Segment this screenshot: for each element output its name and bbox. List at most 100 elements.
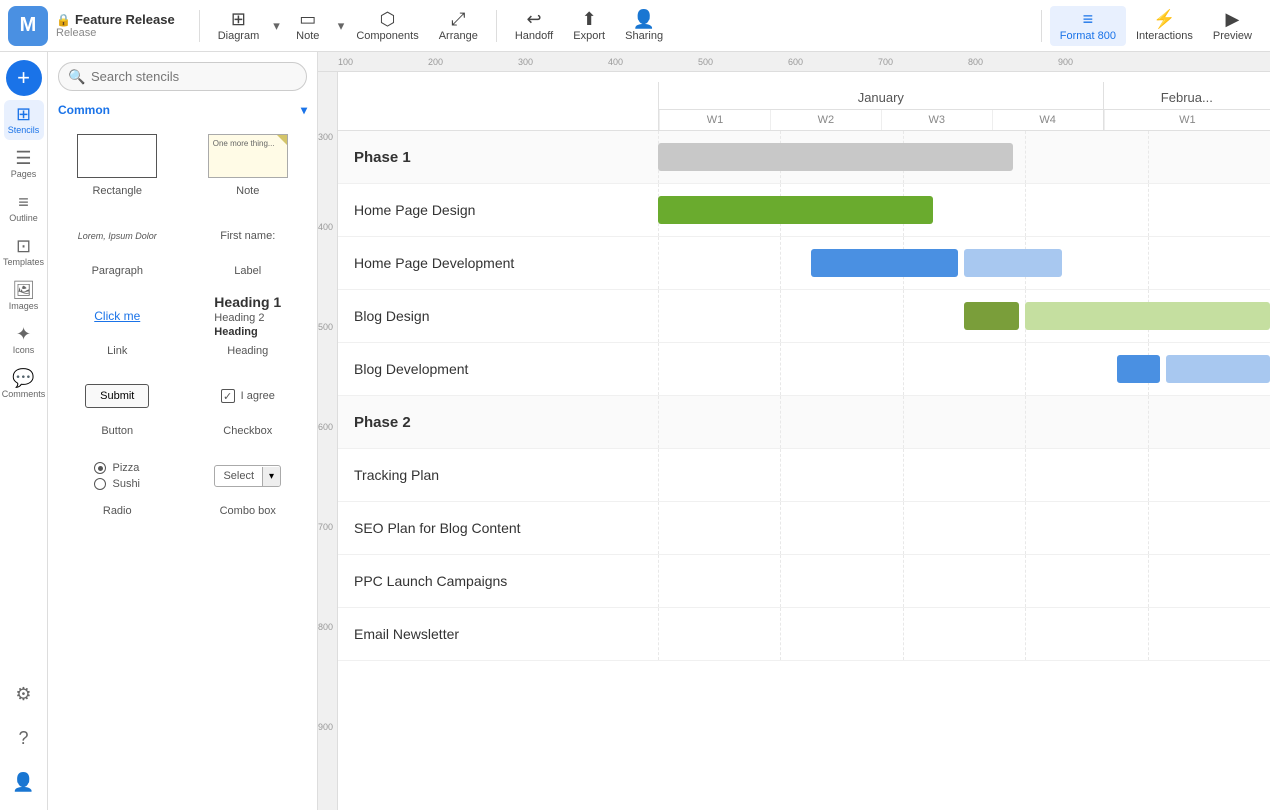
hpdev-grid (658, 237, 1270, 289)
paragraph-label: Paragraph (92, 265, 143, 277)
ruler-tick-v-800: 800 (318, 622, 333, 632)
seo-label: SEO Plan for Blog Content (338, 520, 658, 536)
radio-preview: Pizza Sushi (56, 451, 179, 501)
sidebar-item-pages[interactable]: ☰ Pages (4, 144, 44, 184)
ruler-tick-700: 700 (878, 57, 893, 67)
rect-shape (77, 134, 157, 178)
sidebar-item-outline[interactable]: ≡ Outline (4, 188, 44, 228)
stencil-combobox[interactable]: Select ▾ Combo box (183, 443, 314, 523)
paragraph-preview: Lorem, Ipsum Dolor (56, 211, 179, 261)
sidebar-images-label: Images (9, 301, 39, 311)
ppc-chart (658, 555, 1270, 607)
handoff-icon: ↩ (526, 10, 541, 28)
preview-icon: ▶ (1226, 10, 1240, 28)
jan-w1: W1 (659, 110, 770, 130)
ruler-tick-v-300: 300 (318, 132, 333, 142)
sharing-button[interactable]: 👤 Sharing (615, 6, 673, 46)
hpd-grid (658, 184, 1270, 236)
gantt-row-hpdev: Home Page Development (338, 237, 1270, 290)
stencils-grid: Rectangle One more thing... Note Lorem, … (48, 123, 317, 531)
sidebar-item-comments[interactable]: 💬 Comments (4, 364, 44, 404)
note-caret[interactable]: ▾ (336, 14, 347, 38)
stencil-radio[interactable]: Pizza Sushi Radio (52, 443, 183, 523)
february-label: Februa... (1104, 82, 1270, 110)
sidebar-icons-label: Icons (13, 345, 35, 355)
sidebar-item-settings[interactable]: ⚙ (4, 674, 44, 714)
export-button[interactable]: ⬆ Export (563, 6, 615, 46)
icons-icon: ✦ (16, 325, 31, 343)
combobox-preview: Select ▾ (187, 451, 310, 501)
hpdev-label: Home Page Development (338, 255, 658, 271)
diagram-icon: ⊞ (231, 10, 246, 28)
para-shape: Lorem, Ipsum Dolor (78, 230, 157, 243)
tracking-chart (658, 449, 1270, 501)
stencil-note[interactable]: One more thing... Note (183, 123, 314, 203)
phase1-label: Phase 1 (338, 149, 658, 166)
stencil-label[interactable]: First name: Label (183, 203, 314, 283)
stencil-rectangle[interactable]: Rectangle (52, 123, 183, 203)
note-shape: One more thing... (208, 134, 288, 178)
sidebar-item-templates[interactable]: ⊡ Templates (4, 232, 44, 272)
gantt-row-phase1: Phase 1 (338, 131, 1270, 184)
phase1-chart (658, 131, 1270, 183)
toolbar-right: ≡ Format 800 ⚡ Interactions ▶ Preview (1033, 6, 1262, 46)
sidebar-item-icons[interactable]: ✦ Icons (4, 320, 44, 360)
format-icon: ≡ (1083, 10, 1094, 28)
ppc-grid (658, 555, 1270, 607)
february-weeks: W1 (1104, 110, 1270, 130)
month-february: Februa... W1 (1103, 82, 1270, 130)
interactions-icon: ⚡ (1153, 10, 1175, 28)
sidebar-outline-label: Outline (9, 213, 38, 223)
hpdev-chart (658, 237, 1270, 289)
checkbox-box: ✓ (221, 389, 235, 403)
components-icon: ⬡ (380, 10, 396, 28)
month-january: January W1 W2 W3 W4 (658, 82, 1103, 130)
handoff-button[interactable]: ↩ Handoff (505, 6, 563, 46)
jan-w2: W2 (770, 110, 881, 130)
ruler-tick-v-500: 500 (318, 322, 333, 332)
stencil-button[interactable]: Submit Button (52, 363, 183, 443)
button-label: Button (101, 425, 133, 437)
sidebar-item-help[interactable]: ? (4, 718, 44, 758)
phase2-label: Phase 2 (338, 414, 658, 431)
help-icon: ? (18, 729, 28, 747)
stencil-heading[interactable]: Heading 1 Heading 2 Heading Heading (183, 283, 314, 363)
sidebar-item-stencils[interactable]: ⊞ Stencils (4, 100, 44, 140)
button-preview: Submit (56, 371, 179, 421)
ppc-label: PPC Launch Campaigns (338, 573, 658, 589)
add-button[interactable]: + (6, 60, 42, 96)
gantt-row-phase2: Phase 2 (338, 396, 1270, 449)
label-label: Label (234, 265, 261, 277)
preview-button[interactable]: ▶ Preview (1203, 6, 1262, 46)
app-logo[interactable]: M (8, 6, 48, 46)
format-button[interactable]: ≡ Format 800 (1050, 6, 1126, 46)
radio-item-2: Sushi (94, 478, 140, 490)
gantt-row-blogdev: Blog Development (338, 343, 1270, 396)
interactions-button[interactable]: ⚡ Interactions (1126, 6, 1203, 46)
sidebar-pages-label: Pages (11, 169, 37, 179)
outline-icon: ≡ (18, 193, 29, 211)
search-input[interactable] (58, 62, 307, 91)
seo-grid (658, 502, 1270, 554)
radio-item-1: Pizza (94, 462, 139, 474)
sidebar-item-avatar[interactable]: 👤 (4, 762, 44, 802)
sidebar-item-images[interactable]: 🖼 Images (4, 276, 44, 316)
stencil-paragraph[interactable]: Lorem, Ipsum Dolor Paragraph (52, 203, 183, 283)
stencils-category[interactable]: Common ▾ (48, 97, 317, 123)
search-container: 🔍 (48, 52, 317, 97)
ruler-tick-500: 500 (698, 57, 713, 67)
gantt-header: January W1 W2 W3 W4 Februa... W1 (338, 82, 1270, 131)
gantt-row-blogd: Blog Design (338, 290, 1270, 343)
stencil-checkbox[interactable]: ✓ I agree Checkbox (183, 363, 314, 443)
note-button[interactable]: ▭ Note (282, 6, 334, 46)
blogd-label: Blog Design (338, 308, 658, 324)
arrange-button[interactable]: ⤢ Arrange (429, 6, 488, 46)
link-shape: Click me (94, 309, 140, 323)
components-button[interactable]: ⬡ Components (346, 6, 428, 46)
diagram-caret[interactable]: ▾ (271, 14, 282, 38)
templates-icon: ⊡ (16, 237, 31, 255)
file-info: 🔒 Feature Release Release (56, 12, 175, 39)
gantt-label-col-header (338, 82, 658, 130)
diagram-button[interactable]: ⊞ Diagram (208, 6, 270, 46)
stencil-link[interactable]: Click me Link (52, 283, 183, 363)
